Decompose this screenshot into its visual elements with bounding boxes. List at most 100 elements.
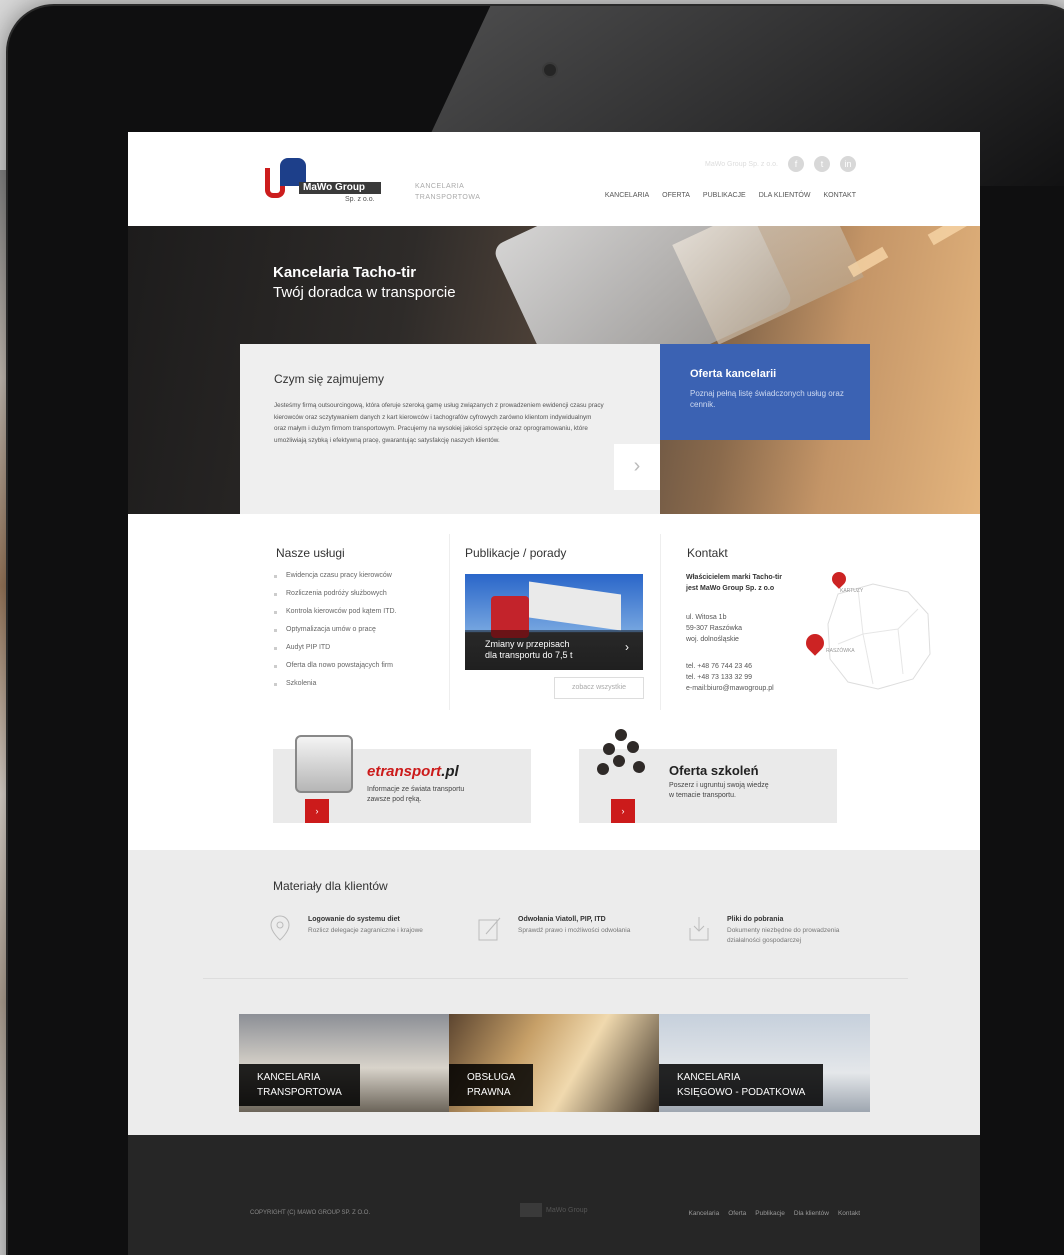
publication-caption: Zmiany w przepisach dla transportu do 7,… xyxy=(485,639,573,661)
mawo-logo[interactable]: MaWo Group Sp. z o.o. xyxy=(265,158,385,206)
truck-trailer xyxy=(529,581,621,631)
tablet-frame: MaWo Group Sp. z o.o. KANCELARIA TRANSPO… xyxy=(8,6,1064,1255)
about-box: Czym się zajmujemy Jesteśmy firmą outsou… xyxy=(240,344,660,514)
services-list: Ewidencja czasu pracy kierowców Rozlicze… xyxy=(274,572,397,698)
company-name: MaWo Group Sp. z o.o. xyxy=(704,160,778,168)
caption-line2: dla transportu do 7,5 t xyxy=(485,650,573,660)
nav-kontakt[interactable]: KONTAKT xyxy=(823,192,856,199)
etransport-line1: Informacje ze świata transportu xyxy=(367,786,465,793)
tile-label: OBSŁUGA PRAWNA xyxy=(449,1064,534,1106)
material-desc-line1: Dokumenty niezbędne do prowadzenia xyxy=(727,927,840,934)
material-title: Odwołania Viatoll, PIP, ITD xyxy=(518,916,606,923)
contact-owner: Właścicielem marki Tacho-tir jest MaWo G… xyxy=(686,572,782,594)
caption-line1: Zmiany w przepisach xyxy=(485,639,570,649)
website-screen: MaWo Group Sp. z o.o. KANCELARIA TRANSPO… xyxy=(128,132,980,1255)
tile-label-line1: OBSŁUGA xyxy=(467,1072,516,1083)
owner-line2: jest MaWo Group Sp. z o.o xyxy=(686,585,775,592)
service-item[interactable]: Ewidencja czasu pracy kierowców xyxy=(274,572,397,579)
address-line2: 59-307 Raszówka xyxy=(686,625,743,632)
road-stripe xyxy=(927,226,969,246)
footer-logo-mark xyxy=(520,1203,542,1217)
owner-line1: Właścicielem marki Tacho-tir xyxy=(686,574,782,581)
materials-title: Materiały dla klientów xyxy=(273,879,388,893)
contact-title: Kontakt xyxy=(687,546,728,560)
etransport-promo[interactable]: etransport.pl Informacje ze świata trans… xyxy=(273,735,531,823)
tile-kancelaria-transportowa[interactable]: KANCELARIA TRANSPORTOWA xyxy=(239,1014,449,1112)
publication-card[interactable]: Zmiany w przepisach dla transportu do 7,… xyxy=(465,574,643,670)
footer-logo[interactable]: MaWo Group xyxy=(520,1203,588,1217)
map-label-raszowka: RASZÓWKA xyxy=(826,648,855,654)
service-item[interactable]: Rozliczenia podróży służbowych xyxy=(274,590,397,597)
publications-title: Publikacje / porady xyxy=(465,546,567,560)
header-tagline: KANCELARIA TRANSPORTOWA xyxy=(415,181,495,203)
service-item[interactable]: Audyt PIP ITD xyxy=(274,644,397,651)
contact-info: Właścicielem marki Tacho-tir jest MaWo G… xyxy=(686,572,782,694)
about-title: Czym się zajmujemy xyxy=(274,372,385,386)
tile-obsluga-prawna[interactable]: OBSŁUGA PRAWNA xyxy=(449,1014,659,1112)
info-columns: Nasze usługi Ewidencja czasu pracy kiero… xyxy=(128,514,980,734)
linkedin-icon[interactable]: in xyxy=(840,156,856,172)
main-nav: KANCELARIA OFERTA PUBLIKACJE DLA KLIENTÓ… xyxy=(605,192,856,199)
road-stripe xyxy=(847,246,889,278)
material-desc: Rozlicz delegacje zagraniczne i krajowe xyxy=(308,927,423,934)
truck-image xyxy=(295,735,353,793)
training-line2: w temacie transportu. xyxy=(669,792,736,799)
contact-phones: tel. +48 76 744 23 46 tel. +48 73 133 32… xyxy=(686,661,782,694)
training-line1: Poszerz i ugruntuj swoją wiedzę xyxy=(669,782,769,789)
service-item[interactable]: Szkolenia xyxy=(274,680,397,687)
tile-label-line2: TRANSPORTOWA xyxy=(257,1087,342,1098)
people-image xyxy=(595,729,651,799)
logo-text: MaWo Group xyxy=(299,182,381,194)
footer-nav-kontakt[interactable]: Kontakt xyxy=(838,1210,860,1217)
material-desc: Sprawdź prawo i możliwości odwołania xyxy=(518,927,631,934)
poland-map: KARTUZY RASZÓWKA xyxy=(802,564,938,704)
service-item[interactable]: Oferta dla nowo powstających firm xyxy=(274,662,397,669)
nav-publikacje[interactable]: PUBLIKACJE xyxy=(703,192,746,199)
facebook-icon[interactable]: f xyxy=(788,156,804,172)
material-title: Logowanie do systemu diet xyxy=(308,916,400,923)
nav-dla-klientow[interactable]: DLA KLIENTÓW xyxy=(759,192,811,199)
service-item[interactable]: Optymalizacja umów o pracę xyxy=(274,626,397,633)
site-header: MaWo Group Sp. z o.o. KANCELARIA TRANSPO… xyxy=(128,132,980,226)
copyright: COPYRIGHT (C) MAWO GROUP SP. Z O.O. xyxy=(250,1210,371,1216)
training-desc: Poszerz i ugruntuj swoją wiedzę w temaci… xyxy=(669,781,819,801)
about-text: Jesteśmy firmą outsourcingową, która ofe… xyxy=(274,402,604,444)
etransport-brand: etransport xyxy=(367,763,442,780)
map-label-kartuzy: KARTUZY xyxy=(840,588,864,594)
tagline-line1: KANCELARIA xyxy=(415,183,465,190)
nav-oferta[interactable]: OFERTA xyxy=(662,192,690,199)
column-divider xyxy=(660,534,661,710)
offer-title: Oferta kancelarii xyxy=(690,368,777,380)
email-link[interactable]: e-mail:biuro@mawogroup.pl xyxy=(686,683,782,694)
site-footer: COPYRIGHT (C) MAWO GROUP SP. Z O.O. MaWo… xyxy=(128,1135,980,1255)
offer-box[interactable]: Oferta kancelarii Poznaj pełną listę świ… xyxy=(660,344,870,440)
footer-nav-publikacje[interactable]: Publikacje xyxy=(755,1210,785,1217)
offer-text: Poznaj pełną listę świadczonych usług or… xyxy=(690,389,844,409)
footer-logo-text: MaWo Group xyxy=(546,1206,588,1214)
phone-1[interactable]: tel. +48 76 744 23 46 xyxy=(686,661,782,672)
about-next-arrow-icon[interactable]: › xyxy=(614,444,660,490)
material-title: Pliki do pobrania xyxy=(727,916,784,923)
etransport-domain: .pl xyxy=(441,763,459,780)
twitter-icon[interactable]: t xyxy=(814,156,830,172)
hero-banner: Kancelaria Tacho-tir Twój doradca w tran… xyxy=(128,226,980,514)
service-item[interactable]: Kontrola kierowców pod kątem ITD. xyxy=(274,608,397,615)
services-title: Nasze usługi xyxy=(276,546,345,560)
training-arrow-button[interactable]: › xyxy=(611,799,635,823)
tile-label: KANCELARIA KSIĘGOWO - PODATKOWA xyxy=(659,1064,824,1106)
footer-nav-dla-klientow[interactable]: Dla klientów xyxy=(794,1210,829,1217)
phone-2[interactable]: tel. +48 73 133 32 99 xyxy=(686,672,782,683)
see-all-button[interactable]: zobacz wszystkie xyxy=(554,677,644,699)
header-top-right: MaWo Group Sp. z o.o. f t in xyxy=(705,156,856,172)
footer-nav-kancelaria[interactable]: Kancelaria xyxy=(688,1210,719,1217)
camera-icon xyxy=(542,62,558,78)
logo-subtext: Sp. z o.o. xyxy=(345,196,375,203)
tile-kancelaria-ksiegowa[interactable]: KANCELARIA KSIĘGOWO - PODATKOWA xyxy=(659,1014,870,1112)
nav-kancelaria[interactable]: KANCELARIA xyxy=(605,192,649,199)
etransport-arrow-button[interactable]: › xyxy=(305,799,329,823)
training-promo[interactable]: Oferta szkoleń Poszerz i ugruntuj swoją … xyxy=(579,729,837,823)
tile-label-line1: KANCELARIA xyxy=(257,1072,321,1083)
edit-icon xyxy=(476,914,504,944)
footer-nav-oferta[interactable]: Oferta xyxy=(728,1210,746,1217)
etransport-line2: zawsze pod ręką. xyxy=(367,796,422,803)
